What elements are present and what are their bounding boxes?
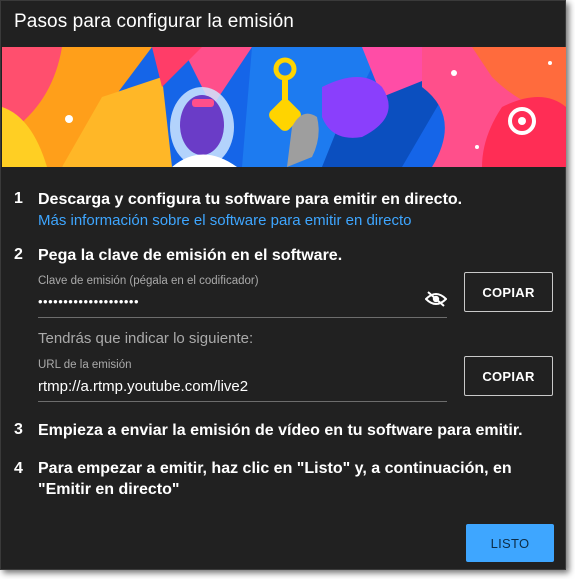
step-4-number: 4: [14, 460, 23, 477]
step-2-number: 2: [14, 246, 23, 263]
step-3-text: Empieza a enviar la emisión de vídeo en …: [38, 422, 523, 439]
step-2-text: Pega la clave de emisión en el software.: [38, 247, 343, 264]
stream-url-value[interactable]: rtmp://a.rtmp.youtube.com/live2: [38, 378, 248, 395]
setup-dialog: Pasos para configurar la emisión 1 Desca…: [0, 0, 566, 570]
step-3-number: 3: [14, 421, 23, 438]
copy-stream-url-button[interactable]: COPIAR: [464, 356, 553, 396]
step-4-text: Para empezar a emitir, haz clic en "List…: [38, 460, 512, 498]
software-info-link[interactable]: Más información sobre el software para e…: [38, 212, 412, 229]
dialog-title: Pasos para configurar la emisión: [14, 11, 294, 32]
done-button[interactable]: LISTO: [466, 524, 554, 562]
stream-key-underline: [38, 317, 447, 318]
stream-key-label: Clave de emisión (pégala en el codificad…: [38, 275, 259, 287]
also-needed-text: Tendrás que indicar lo siguiente:: [38, 330, 254, 347]
stream-key-value[interactable]: ••••••••••••••••••••: [38, 294, 139, 309]
stream-url-label: URL de la emisión: [38, 359, 132, 371]
step-1-text: Descarga y configura tu software para em…: [38, 191, 463, 208]
eye-off-icon[interactable]: [425, 291, 447, 307]
illustration-banner: [2, 47, 566, 167]
stream-url-underline: [38, 401, 447, 402]
step-1-number: 1: [14, 190, 23, 207]
copy-stream-key-button[interactable]: COPIAR: [464, 272, 553, 312]
